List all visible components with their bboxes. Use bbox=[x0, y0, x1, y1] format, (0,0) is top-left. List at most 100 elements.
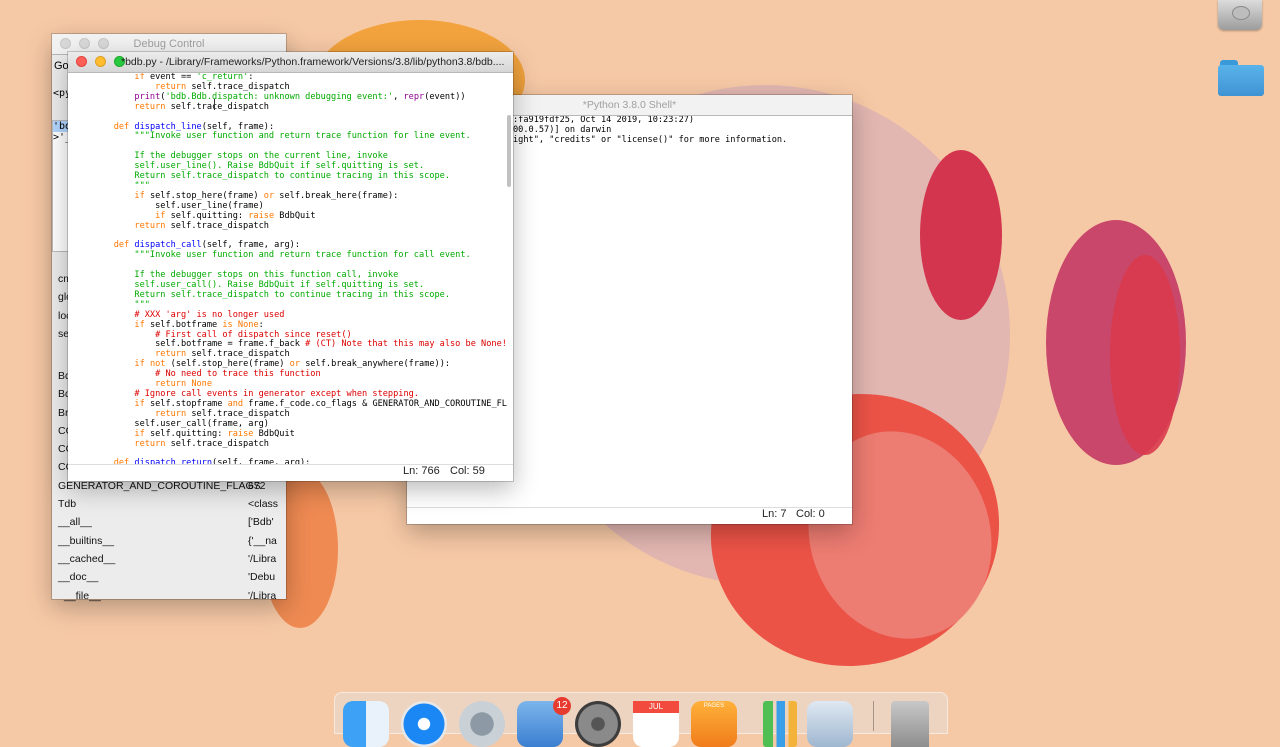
code-token: self.trace_dispatch bbox=[165, 101, 269, 112]
code-token: or bbox=[289, 359, 301, 370]
code-token: return bbox=[155, 379, 187, 390]
pages-icon[interactable]: PAGES bbox=[691, 701, 737, 747]
code-token: 'c_return' bbox=[196, 73, 249, 82]
code-token: or bbox=[263, 190, 275, 201]
close-button[interactable] bbox=[76, 56, 87, 67]
code-line: Return self.trace_dispatch to continue t… bbox=[93, 290, 507, 301]
code-token: if bbox=[134, 73, 145, 82]
code-token: # Ignore call events in generator except… bbox=[134, 389, 419, 399]
globals-row: __builtins__ {'__na bbox=[52, 532, 286, 550]
code-editor[interactable]: if event == 'c_return': return self.trac… bbox=[68, 73, 513, 464]
globals-row: Tdb <class bbox=[52, 495, 286, 513]
code-token: self.trace_dispatch bbox=[165, 220, 269, 231]
launchpad-icon[interactable] bbox=[459, 701, 505, 747]
code-token: return bbox=[134, 438, 166, 449]
trash-icon[interactable] bbox=[891, 701, 929, 747]
code-token: raise bbox=[227, 428, 254, 439]
code-token: dispatch_call bbox=[134, 240, 202, 251]
code-token: not bbox=[149, 359, 166, 370]
code-token: is bbox=[222, 319, 233, 330]
locals-row: loc bbox=[58, 309, 72, 322]
hard-drive-icon[interactable] bbox=[1218, 0, 1262, 30]
code-token: self.trace_dispatch bbox=[186, 81, 290, 92]
editor-titlebar[interactable]: *bdb.py - /Library/Frameworks/Python.fra… bbox=[68, 52, 513, 73]
code-token: frame.f_code.co_flags & GENERATOR_AND_CO… bbox=[243, 398, 507, 409]
calendar-icon[interactable]: JUL bbox=[633, 701, 679, 747]
code-token: # First call of dispatch since reset() bbox=[155, 329, 352, 340]
code-token: if bbox=[155, 210, 166, 221]
code-token: """Invoke user function and return trace… bbox=[134, 131, 471, 142]
global-value: <class bbox=[248, 498, 279, 511]
safari-icon[interactable] bbox=[401, 701, 447, 747]
editor-line-number: Ln: 766 bbox=[403, 465, 440, 477]
code-token: None bbox=[191, 379, 213, 390]
code-token: and bbox=[227, 398, 244, 409]
go-button[interactable]: Go bbox=[54, 60, 69, 72]
preview-icon[interactable] bbox=[807, 701, 853, 747]
code-token: 'bdb.Bdb.dispatch: unknown debugging eve… bbox=[165, 91, 394, 102]
code-token: self.botframe bbox=[144, 319, 223, 330]
code-token: if bbox=[134, 428, 145, 439]
code-token: event == bbox=[144, 73, 197, 82]
code-token: def bbox=[113, 240, 130, 251]
minimize-button[interactable] bbox=[95, 56, 106, 67]
hard-drive-icon-disk bbox=[1232, 6, 1250, 20]
folder-icon-body bbox=[1218, 65, 1264, 96]
code-token: def bbox=[113, 121, 130, 132]
stack-line[interactable]: 'bd bbox=[53, 121, 71, 132]
code-token: return bbox=[155, 408, 187, 419]
locals-row: glo bbox=[58, 291, 73, 304]
code-token: , bbox=[393, 91, 404, 102]
finder-icon[interactable] bbox=[343, 701, 389, 747]
minimize-button[interactable] bbox=[79, 38, 90, 49]
global-name: __doc__ bbox=[58, 571, 99, 584]
code-token: : bbox=[258, 319, 264, 330]
code-token: (self.stop_here(frame) bbox=[165, 359, 290, 370]
mail-icon[interactable]: 12 bbox=[517, 697, 571, 747]
code-token: return bbox=[155, 349, 187, 360]
code-token: """ bbox=[93, 299, 150, 310]
code-token: self.user_call(frame, arg) bbox=[93, 418, 269, 429]
calendar-month: JUL bbox=[633, 701, 679, 713]
code-line: return self.trace_dispatch bbox=[93, 438, 507, 450]
wallpaper-shape bbox=[920, 150, 1002, 320]
code-token: # No need to trace this function bbox=[155, 369, 321, 380]
code-token: print bbox=[134, 91, 161, 102]
close-button[interactable] bbox=[60, 38, 71, 49]
code-token: self.trace_dispatch bbox=[186, 408, 290, 419]
editor-title: *bdb.py - /Library/Frameworks/Python.fra… bbox=[121, 56, 505, 68]
global-value: ['Bdb' bbox=[248, 516, 274, 529]
shell-column-number: Col: 0 bbox=[796, 508, 825, 520]
code-token: self.stopframe bbox=[144, 398, 228, 409]
mail-badge: 12 bbox=[553, 697, 571, 715]
system-preferences-icon[interactable] bbox=[575, 701, 621, 747]
code-token: self.user_line(). Raise BdbQuit if self.… bbox=[93, 161, 425, 172]
zoom-button[interactable] bbox=[98, 38, 109, 49]
shell-line-number: Ln: 7 bbox=[762, 508, 787, 520]
globals-row: __doc__ 'Debu bbox=[52, 568, 286, 586]
code-token: self.break_here(frame): bbox=[274, 190, 399, 201]
vertical-scrollbar[interactable] bbox=[507, 115, 511, 187]
code-token: if bbox=[134, 190, 145, 201]
wallpaper-shape bbox=[1110, 255, 1180, 455]
code-token: return bbox=[134, 220, 166, 231]
code-token: self.stop_here(frame) bbox=[144, 190, 264, 201]
folder-icon[interactable] bbox=[1218, 60, 1264, 96]
debug-control-title: Debug Control bbox=[133, 38, 205, 50]
code-token: """ bbox=[93, 180, 150, 191]
dock: 12 JUL PAGES bbox=[334, 692, 948, 747]
stack-line[interactable]: >'_ bbox=[53, 132, 71, 143]
code-token: return bbox=[155, 81, 187, 92]
numbers-icon[interactable] bbox=[763, 701, 797, 747]
